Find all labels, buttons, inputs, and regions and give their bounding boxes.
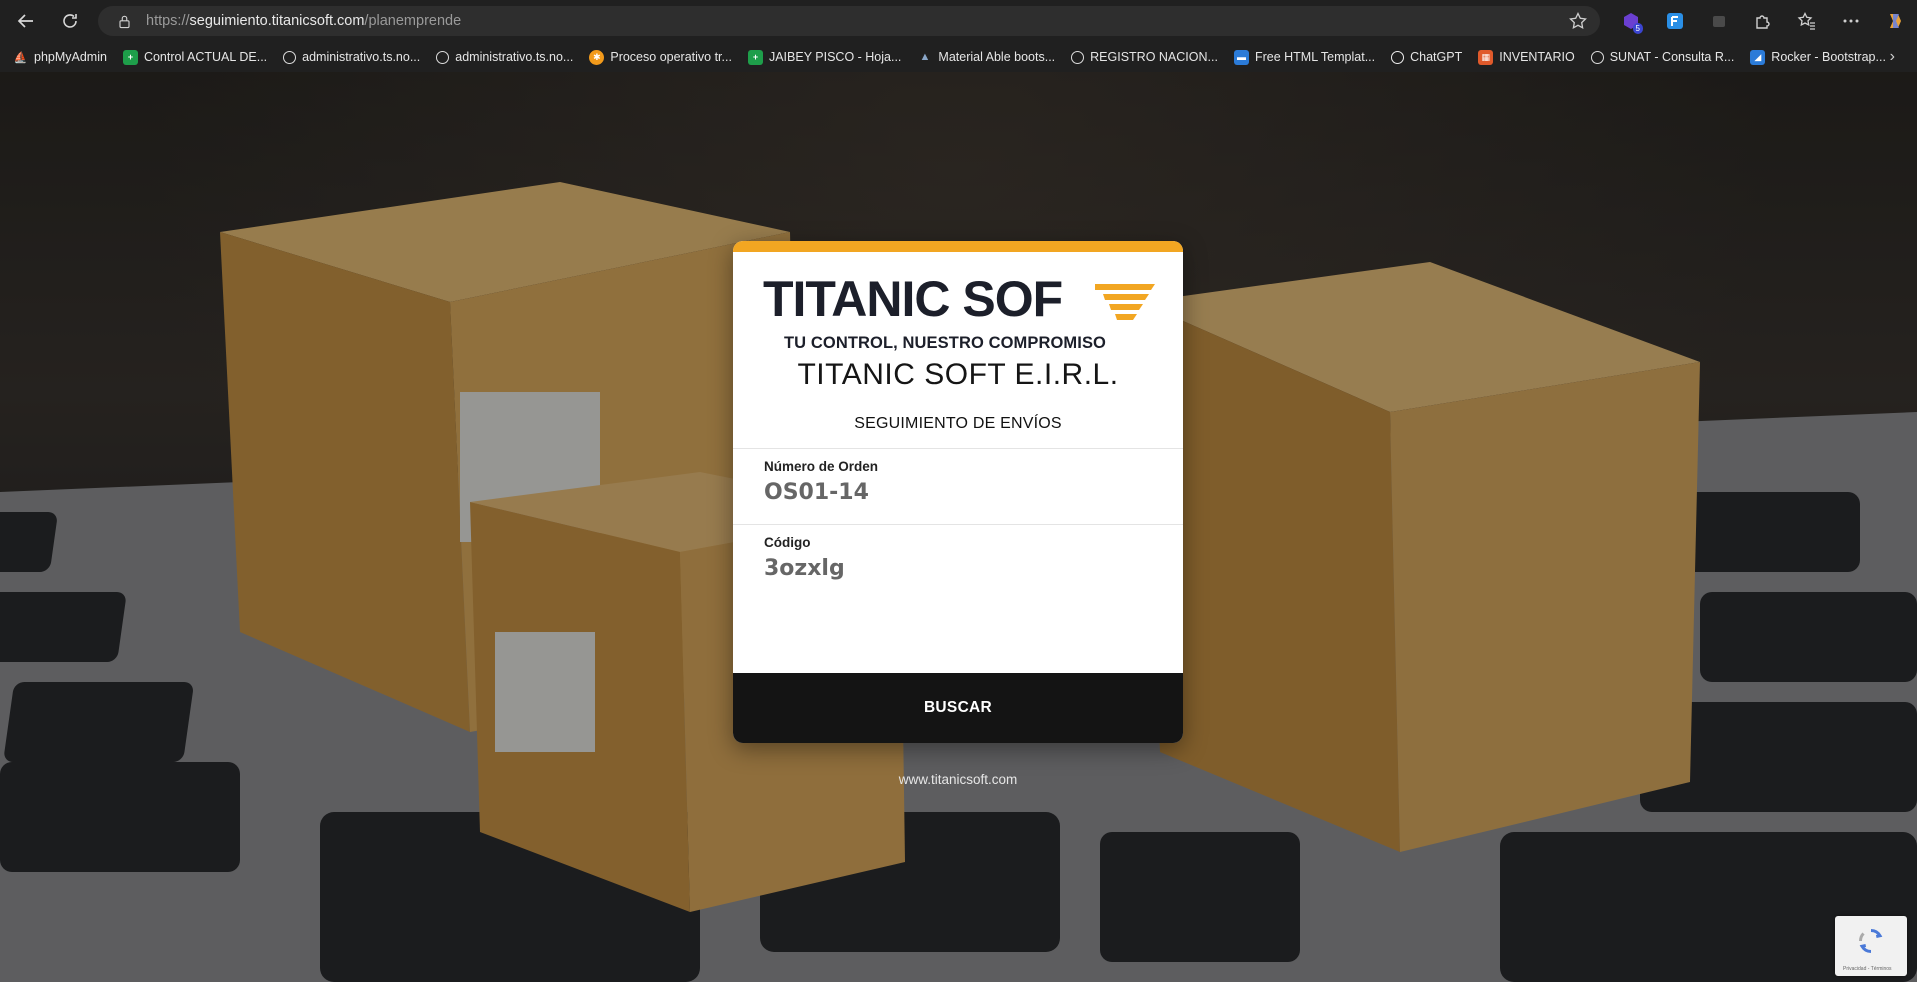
bookmark-sunat[interactable]: SUNAT - Consulta R... <box>1586 44 1740 70</box>
bookmark-registro-nacional[interactable]: REGISTRO NACION... <box>1066 44 1223 70</box>
html-template-icon: ▬ <box>1233 49 1249 65</box>
chevron-right-icon[interactable]: › <box>1890 48 1895 66</box>
bookmark-administrativo-2[interactable]: administrativo.ts.no... <box>431 44 578 70</box>
circles-icon: ✱ <box>589 49 605 65</box>
bookmark-label: INVENTARIO <box>1499 50 1575 64</box>
bookmark-label: REGISTRO NACION... <box>1090 50 1218 64</box>
code-input[interactable] <box>764 556 1152 581</box>
bookmark-proceso-operativo[interactable]: ✱ Proceso operativo tr... <box>584 44 737 70</box>
bookmark-jaibey-pisco[interactable]: + JAIBEY PISCO - Hoja... <box>743 44 906 70</box>
extension-f-icon[interactable] <box>1653 0 1697 42</box>
bookmark-label: administrativo.ts.no... <box>455 50 574 64</box>
code-label: Código <box>764 535 811 550</box>
page-subtitle: SEGUIMIENTO DE ENVÍOS <box>854 415 1062 432</box>
bookmark-rocker[interactable]: ◢ Rocker - Bootstrap... <box>1745 44 1891 70</box>
recaptcha-badge[interactable]: Privacidad - Términos <box>1835 916 1907 976</box>
extension-grey-icon[interactable] <box>1697 0 1741 42</box>
bookmarks-bar: ⛵ phpMyAdmin + Control ACTUAL DE... admini… <box>0 42 1917 72</box>
accent-bar <box>733 241 1183 252</box>
url-host: seguimiento.titanicsoft.com <box>189 13 365 29</box>
order-number-field: Número de Orden <box>733 448 1183 524</box>
extensions-area: 5 <box>1609 0 1917 42</box>
globe-icon <box>1590 50 1604 64</box>
bookmark-control-actual[interactable]: + Control ACTUAL DE... <box>118 44 272 70</box>
logo-wordmark: TITANIC SOF <box>763 271 1063 327</box>
bookmark-label: Proceso operativo tr... <box>610 50 732 64</box>
copilot-icon[interactable] <box>1873 0 1917 42</box>
url-text[interactable]: https://seguimiento.titanicsoft.com/plan… <box>146 13 461 29</box>
bookmark-label: administrativo.ts.no... <box>302 50 421 64</box>
order-number-input[interactable] <box>764 480 1152 505</box>
browser-toolbar: https://seguimiento.titanicsoft.com/plan… <box>0 0 1917 42</box>
logo-stripes-icon <box>1095 284 1155 320</box>
code-field: Código <box>733 524 1183 599</box>
company-name: TITANIC SOFT E.I.R.L. <box>797 358 1119 391</box>
url-scheme: https:// <box>146 13 190 29</box>
titanic-soft-logo: TITANIC SOF TU CONTROL, NUESTRO COMPROMI… <box>733 252 1183 358</box>
bookmark-label: Control ACTUAL DE... <box>143 50 268 64</box>
extension-purple-icon[interactable]: 5 <box>1609 0 1653 42</box>
bookmark-chatgpt[interactable]: ChatGPT <box>1386 44 1467 70</box>
lock-icon <box>114 11 134 31</box>
recaptcha-terms[interactable]: Privacidad - Términos <box>1843 966 1892 972</box>
sheets-icon: + <box>122 49 138 65</box>
bookmark-free-html[interactable]: ▬ Free HTML Templat... <box>1229 44 1380 70</box>
recaptcha-icon <box>1859 929 1883 953</box>
phpmyadmin-icon: ⛵ <box>13 51 28 64</box>
inventario-icon: ▦ <box>1478 49 1494 65</box>
globe-icon <box>436 50 450 64</box>
search-button[interactable]: BUSCAR <box>733 673 1183 743</box>
bookmark-label: Rocker - Bootstrap... <box>1771 50 1886 64</box>
more-menu-icon[interactable] <box>1829 0 1873 42</box>
address-bar[interactable]: https://seguimiento.titanicsoft.com/plan… <box>98 6 1600 36</box>
url-path: /planemprende <box>364 13 462 29</box>
arrow-left-icon <box>17 14 33 28</box>
extension-badge: 5 <box>1632 23 1643 34</box>
bookmark-administrativo-1[interactable]: administrativo.ts.no... <box>278 44 425 70</box>
logo-tagline: TU CONTROL, NUESTRO COMPROMISO <box>784 334 1106 352</box>
mountain-icon: ▲ <box>919 51 931 63</box>
reload-button[interactable] <box>48 0 92 42</box>
back-button[interactable] <box>4 0 48 42</box>
chatgpt-icon <box>1391 50 1405 64</box>
bookmark-label: Material Able boots... <box>938 50 1056 64</box>
bookmark-material-able[interactable]: ▲ Material Able boots... <box>912 44 1060 70</box>
order-number-label: Número de Orden <box>764 459 879 474</box>
rocker-icon: ◢ <box>1750 49 1766 65</box>
bookmark-label: ChatGPT <box>1410 50 1463 64</box>
globe-icon <box>283 50 297 64</box>
extensions-puzzle-icon[interactable] <box>1741 0 1785 42</box>
bookmark-phpmyadmin[interactable]: ⛵ phpMyAdmin <box>8 44 112 70</box>
tracking-page: TITANIC SOF TU CONTROL, NUESTRO COMPROMI… <box>0 72 1917 982</box>
bookmark-label: JAIBEY PISCO - Hoja... <box>768 50 902 64</box>
globe-icon <box>1071 50 1085 64</box>
bookmark-label: SUNAT - Consulta R... <box>1609 50 1735 64</box>
reload-icon <box>63 14 77 28</box>
sheets-icon: + <box>747 49 763 65</box>
bookmark-inventario[interactable]: ▦ INVENTARIO <box>1473 44 1579 70</box>
tracking-card: TITANIC SOF TU CONTROL, NUESTRO COMPROMI… <box>733 241 1183 743</box>
website-link[interactable]: www.titanicsoft.com <box>733 772 1183 787</box>
star-icon[interactable] <box>1568 11 1588 31</box>
bookmark-label: phpMyAdmin <box>34 50 107 64</box>
bookmark-label: Free HTML Templat... <box>1254 50 1376 64</box>
favorites-icon[interactable] <box>1785 0 1829 42</box>
